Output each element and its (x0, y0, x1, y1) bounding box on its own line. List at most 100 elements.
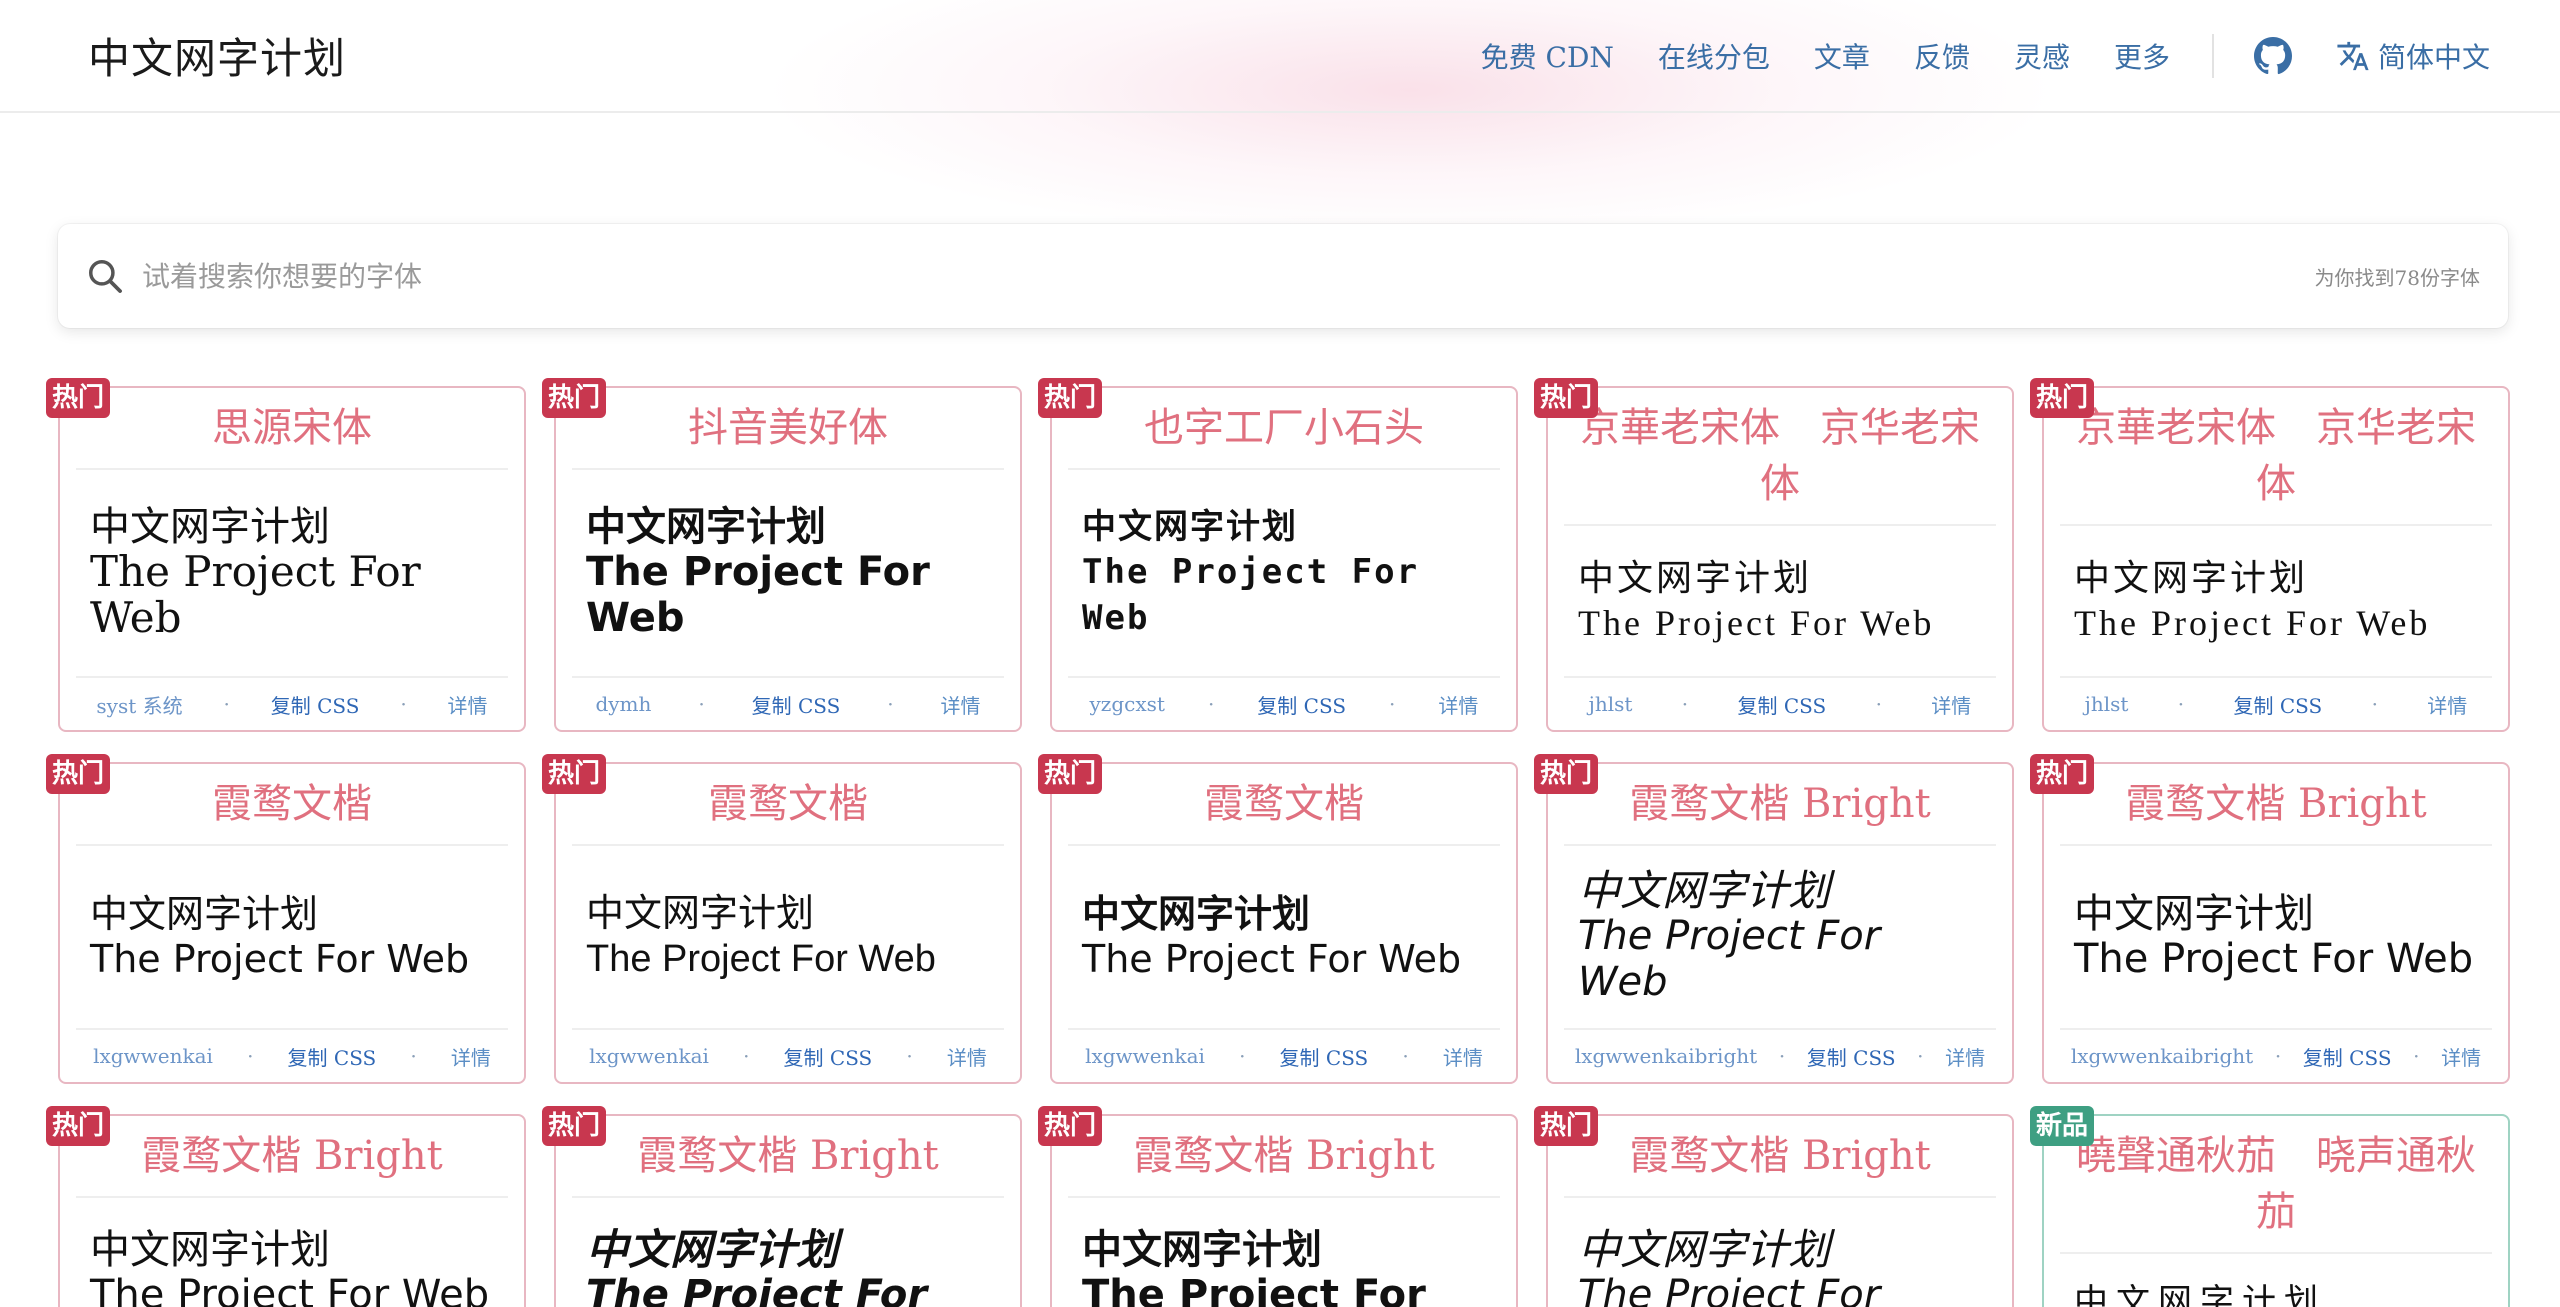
details-link[interactable]: 详情 (947, 1042, 987, 1071)
details-link[interactable]: 详情 (448, 690, 488, 719)
preview-zh: 中文网字计划 (586, 504, 826, 550)
copy-css-button[interactable]: 复制 CSS (784, 1042, 873, 1071)
site-brand[interactable]: 中文网字计划 (88, 25, 346, 86)
font-card[interactable]: 新品 曉聲通秋茄 晓声通秋茄 中文网字计划 (2030, 1106, 2510, 1307)
nav-feedback[interactable]: 反馈 (1914, 36, 1970, 76)
font-card-title: 霞鹜文楷 Bright (1068, 1116, 1500, 1198)
details-link[interactable]: 详情 (2427, 690, 2467, 719)
copy-css-button[interactable]: 复制 CSS (1257, 690, 1346, 719)
font-card-footer: lxgwwenkai · 复制 CSS · 详情 (1068, 1028, 1500, 1082)
footer-dot: · (2177, 692, 2185, 716)
preview-zh: 中文网字计划 (90, 504, 330, 550)
copy-css-button[interactable]: 复制 CSS (288, 1042, 377, 1071)
copy-css-button[interactable]: 复制 CSS (1280, 1042, 1369, 1071)
hot-badge: 热门 (542, 754, 607, 794)
preview-en: The Project For Web (1578, 603, 1935, 643)
hot-badge: 热门 (1038, 378, 1103, 418)
font-card[interactable]: 热门 霞鹜文楷 中文网字计划 The Project For Web lxgww… (1038, 754, 1518, 1084)
preview-zh: 中文网字计划 (2074, 558, 2309, 598)
copy-css-button[interactable]: 复制 CSS (752, 690, 841, 719)
preview-en: The Project For Web (1082, 552, 1420, 638)
font-card[interactable]: 热门 霞鹜文楷 Bright 中文网字计划 The Project For We… (2030, 754, 2510, 1084)
font-preview: 中文网字计划 The Project For Web (1564, 526, 1996, 676)
font-card[interactable]: 热门 京華老宋体 京华老宋体 中文网字计划 The Project For We… (2030, 378, 2510, 732)
font-slug: lxgwwenkai (589, 1044, 709, 1068)
search-input[interactable] (142, 259, 2315, 293)
font-card-footer: lxgwwenkai · 复制 CSS · 详情 (76, 1028, 508, 1082)
details-link[interactable]: 详情 (2441, 1042, 2481, 1071)
font-card[interactable]: 热门 霞鹜文楷 Bright 中文网字计划 The Project For We… (542, 1106, 1022, 1307)
hot-badge: 热门 (2030, 754, 2095, 794)
font-card-footer: lxgwwenkaibright · 复制 CSS · 详情 (1564, 1028, 1996, 1082)
top-bar: 中文网字计划 免费 CDN 在线分包 文章 反馈 灵感 更多 简体中文 (0, 0, 2560, 113)
font-preview: 中文网字计划 The Project For Web (1564, 846, 1996, 1028)
preview-en: The Project For Web (90, 1272, 490, 1307)
font-card[interactable]: 热门 霞鹜文楷 中文网字计划 The Project For Web lxgww… (542, 754, 1022, 1084)
font-card-title: 霞鹜文楷 Bright (76, 1116, 508, 1198)
copy-css-button[interactable]: 复制 CSS (271, 690, 360, 719)
font-card-title: 霞鹜文楷 Bright (1564, 764, 1996, 846)
copy-css-button[interactable]: 复制 CSS (1738, 690, 1827, 719)
nav-free-cdn[interactable]: 免费 CDN (1481, 36, 1614, 76)
details-link[interactable]: 详情 (1443, 1042, 1483, 1071)
footer-dot: · (2371, 692, 2378, 716)
preview-zh: 中文网字计划 (586, 1225, 839, 1274)
details-link[interactable]: 详情 (451, 1042, 491, 1071)
font-card-title: 思源宋体 (76, 388, 508, 470)
nav-more[interactable]: 更多 (2114, 36, 2170, 76)
footer-dot: · (1875, 692, 1882, 716)
font-card[interactable]: 热门 霞鹜文楷 中文网字计划 The Project For Web lxgww… (46, 754, 526, 1084)
details-link[interactable]: 详情 (941, 690, 981, 719)
font-card-title: 霞鹜文楷 (572, 764, 1004, 846)
font-card-title: 霞鹜文楷 (76, 764, 508, 846)
details-link[interactable]: 详情 (1438, 690, 1478, 719)
footer-dot: · (887, 692, 894, 716)
preview-zh: 中文网字计划 (1082, 1227, 1322, 1273)
footer-dot: · (223, 692, 230, 716)
preview-en: The Project For Web (1578, 1272, 1881, 1307)
font-card[interactable]: 热门 也字工厂小石头 中文网字计划 The Project For Web yz… (1038, 378, 1518, 732)
font-card[interactable]: 热门 霞鹜文楷 Bright 中文网字计划 The Project For We… (1534, 1106, 2014, 1307)
font-preview: 中文网字计划 The Project For Web (1068, 470, 1500, 676)
translate-icon (2337, 41, 2369, 70)
preview-zh: 中文网字计划 (1082, 892, 1311, 936)
preview-en: The Project For Web (1082, 1272, 1426, 1307)
font-card[interactable]: 热门 霞鹜文楷 Bright 中文网字计划 The Project For We… (1038, 1106, 1518, 1307)
preview-zh: 中文网字计划 (1578, 1225, 1831, 1274)
font-preview: 中文网字计划 The Project For Web (572, 470, 1004, 676)
font-preview: 中文网字计划 The Project For Web (76, 470, 508, 676)
copy-css-button[interactable]: 复制 CSS (2234, 690, 2323, 719)
footer-dot: · (2274, 1044, 2282, 1068)
preview-en: The Project For Web (90, 547, 421, 642)
font-card-footer: syst 系统 · 复制 CSS · 详情 (76, 676, 508, 730)
copy-css-button[interactable]: 复制 CSS (1807, 1042, 1896, 1071)
font-card-title: 霞鹜文楷 Bright (1564, 1116, 1996, 1198)
details-link[interactable]: 详情 (1945, 1042, 1985, 1071)
hot-badge: 热门 (46, 1106, 111, 1146)
preview-en: The Project For Web (1082, 937, 1462, 981)
font-card[interactable]: 热门 京華老宋体 京华老宋体 中文网字计划 The Project For We… (1534, 378, 2014, 732)
font-card[interactable]: 热门 思源宋体 中文网字计划 The Project For Web syst … (46, 378, 526, 732)
github-icon[interactable] (2253, 36, 2292, 75)
details-link[interactable]: 详情 (1931, 690, 1971, 719)
nav-inspiration[interactable]: 灵感 (2014, 36, 2070, 76)
main-nav: 免费 CDN 在线分包 文章 反馈 灵感 更多 简体中文 (1481, 33, 2490, 78)
font-card-footer: jhlst · 复制 CSS · 详情 (1564, 676, 1996, 730)
preview-en: The Project For Web (1578, 913, 1881, 1005)
language-switcher[interactable]: 简体中文 (2336, 36, 2490, 76)
preview-en: The Project For Web (2074, 603, 2431, 643)
font-card-footer: jhlst · 复制 CSS · 详情 (2060, 676, 2492, 730)
font-card[interactable]: 热门 霞鹜文楷 Bright 中文网字计划 The Project For We… (46, 1106, 526, 1307)
font-card-title: 霞鹜文楷 Bright (572, 1116, 1004, 1198)
nav-articles[interactable]: 文章 (1814, 36, 1870, 76)
search-icon (89, 260, 122, 293)
copy-css-button[interactable]: 复制 CSS (2303, 1042, 2392, 1071)
nav-online-subset[interactable]: 在线分包 (1658, 36, 1770, 76)
font-card[interactable]: 热门 抖音美好体 中文网字计划 The Project For Web dymh… (542, 378, 1022, 732)
footer-dot: · (247, 1044, 254, 1068)
font-card[interactable]: 热门 霞鹜文楷 Bright 中文网字计划 The Project For We… (1534, 754, 2014, 1084)
hot-badge: 热门 (46, 754, 111, 794)
font-card-footer: lxgwwenkaibright · 复制 CSS · 详情 (2060, 1028, 2492, 1082)
font-preview: 中文网字计划 The Project For Web (572, 1198, 1004, 1307)
font-card-title: 霞鹜文楷 (1068, 764, 1500, 846)
